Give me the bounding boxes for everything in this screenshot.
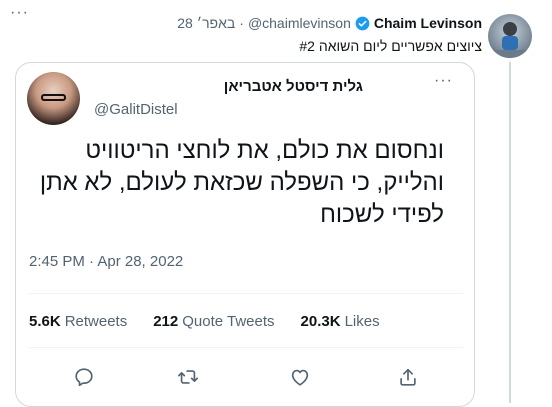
engagement-stats: 5.6K Retweets 212 Quote Tweets 20.3K Likes: [29, 313, 380, 330]
thread-line: [509, 62, 511, 403]
quoted-author-handle[interactable]: @GalitDistel: [94, 101, 178, 118]
quoted-tweet-card[interactable]: [15, 62, 475, 407]
likes-label: Likes: [344, 313, 380, 330]
reply-icon: [75, 368, 93, 387]
outer-tweet-header: Chaim Levinson @chaimlevinson · 28 באפר׳: [177, 14, 482, 32]
divider: [29, 347, 463, 348]
retweets-stat[interactable]: 5.6K Retweets: [29, 313, 127, 330]
share-button[interactable]: [395, 364, 421, 390]
reply-button[interactable]: [71, 364, 97, 390]
tweet-date[interactable]: 28 באפר׳: [177, 15, 235, 31]
tweet-text-line: לפידי לשכוח: [320, 201, 444, 228]
author-avatar[interactable]: [488, 14, 532, 58]
quote-tweets-stat[interactable]: 212 Quote Tweets: [153, 313, 274, 330]
like-button[interactable]: [287, 364, 313, 390]
avatar-photo: [488, 22, 532, 58]
tweet-text: ציוצים אפשריים ליום השואה #2: [299, 38, 482, 54]
quoted-more-options-button[interactable]: ···: [434, 73, 460, 89]
quote-tweets-count: 212: [153, 313, 179, 330]
divider: [29, 293, 463, 294]
likes-stat[interactable]: 20.3K Likes: [301, 313, 380, 330]
retweets-count: 5.6K: [29, 313, 61, 330]
quoted-author-name[interactable]: גלית דיסטל אטבריאן: [224, 78, 363, 95]
separator-dot: ·: [239, 15, 244, 31]
quoted-tweet-text: ונחסום את כולם, את לוחצי הריטוויט והלייק…: [30, 135, 444, 231]
tweet-text-line: ונחסום את כולם, את לוחצי הריטוויט: [85, 137, 444, 164]
retweet-button[interactable]: [175, 364, 201, 390]
quote-tweets-label: Quote Tweets: [182, 313, 275, 330]
retweet-icon: [178, 370, 198, 384]
glasses-shape: [41, 94, 66, 101]
author-handle[interactable]: @chaimlevinson: [248, 15, 351, 31]
likes-count: 20.3K: [300, 313, 341, 330]
author-name[interactable]: Chaim Levinson: [374, 15, 482, 31]
retweets-label: Retweets: [64, 313, 128, 330]
tweet-text-line: והלייק, כי השפלה שכזאת לעולם, לא אתן: [39, 169, 444, 196]
quoted-author-avatar[interactable]: [27, 72, 80, 125]
share-icon: [400, 368, 416, 386]
more-options-button[interactable]: ···: [10, 5, 36, 24]
verified-badge-icon: [355, 16, 370, 31]
tweet-timestamp[interactable]: 2:45 PM · Apr 28, 2022: [29, 253, 183, 270]
heart-icon: [291, 369, 309, 386]
